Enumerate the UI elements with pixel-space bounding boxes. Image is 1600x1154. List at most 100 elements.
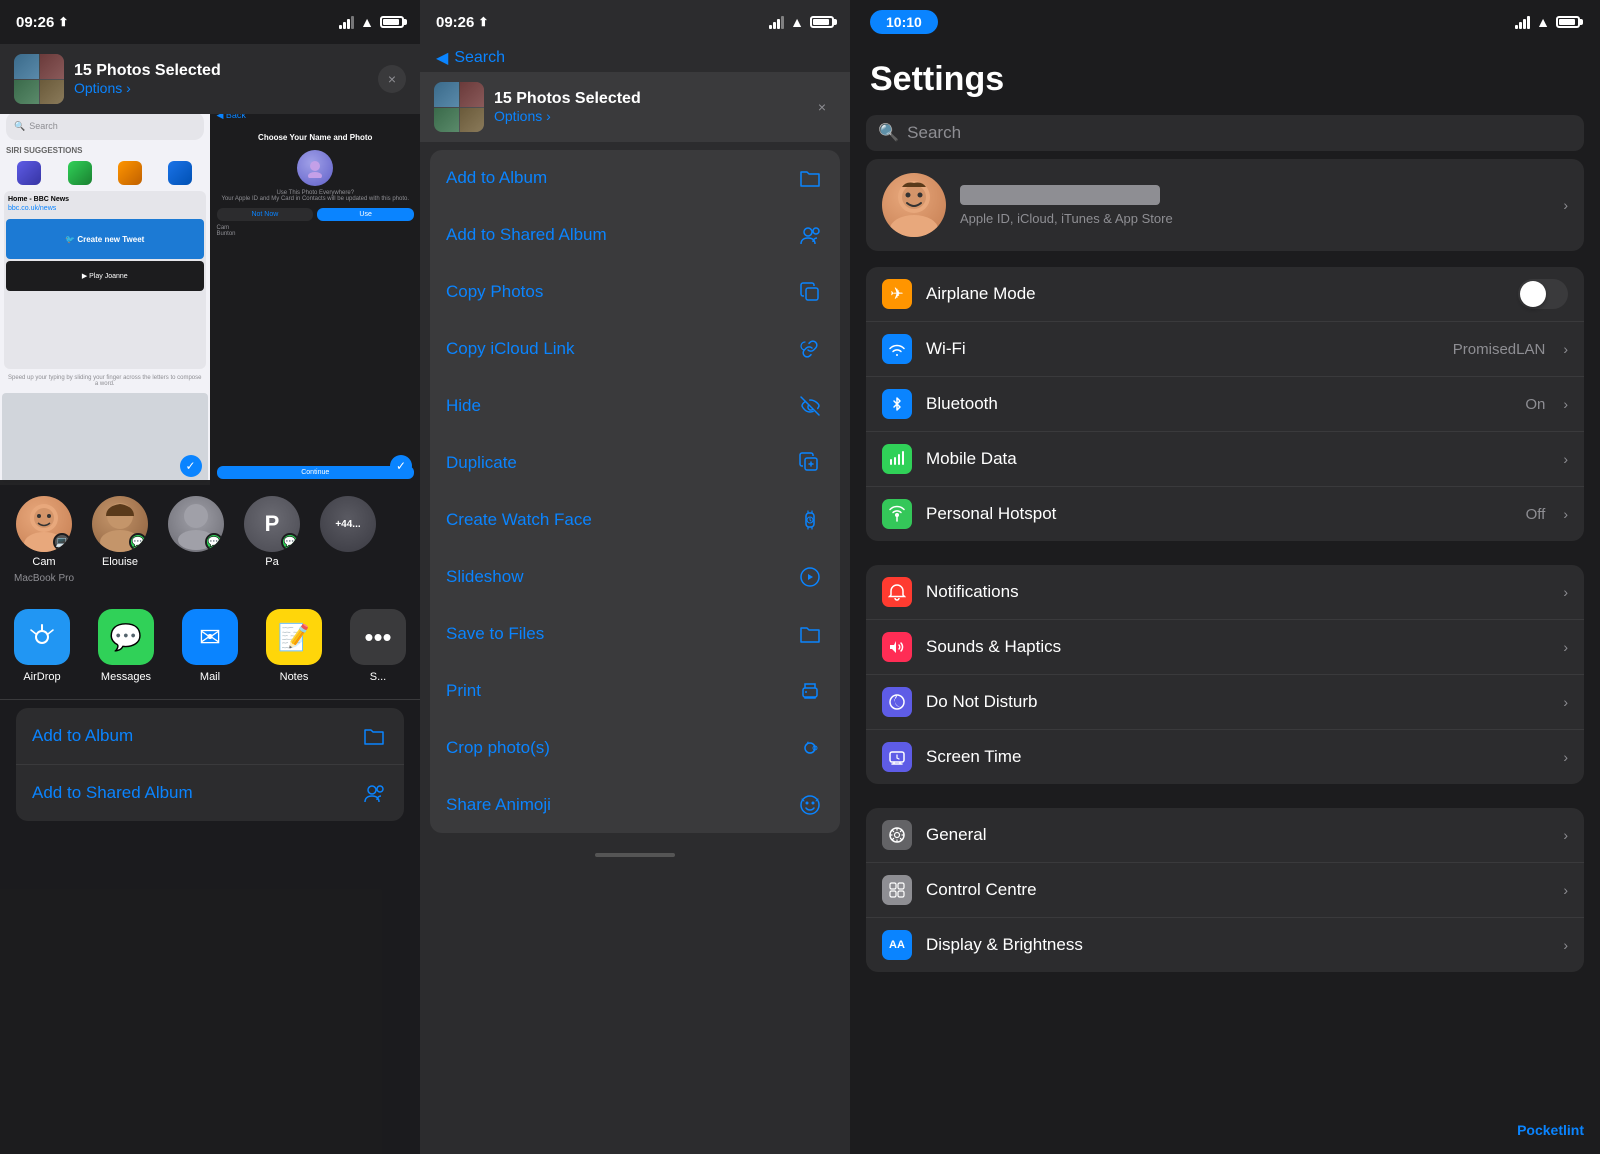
screen-time-icon — [882, 742, 912, 772]
battery-icon-middle — [810, 16, 834, 28]
row-control-centre[interactable]: Control Centre › — [866, 863, 1584, 918]
duplicate-icon — [796, 449, 824, 477]
bluetooth-value: On — [1525, 396, 1545, 413]
share-menu-scroll[interactable]: Add to Album Add to Shared Album — [420, 142, 850, 1148]
menu-save-files[interactable]: Save to Files — [430, 606, 840, 663]
mobile-data-chevron: › — [1563, 451, 1568, 467]
app-more[interactable]: ••• S... — [336, 609, 420, 683]
choose-photo-title: Choose Your Name and Photo — [217, 129, 415, 146]
row-sounds[interactable]: Sounds & Haptics › — [866, 620, 1584, 675]
contact-pa-name: Pa — [265, 556, 278, 569]
airplane-toggle-knob — [1520, 281, 1546, 307]
messages-label: Messages — [101, 671, 151, 683]
general-label: General — [926, 825, 1549, 845]
scroll-hint-middle — [595, 853, 675, 857]
panel-right: 10:10 ▲ Settings 🔍 Search — [850, 0, 1600, 1154]
search-back-middle[interactable]: Search — [454, 49, 505, 67]
share-title-middle: 15 Photos Selected — [494, 90, 798, 108]
row-general[interactable]: General › — [866, 808, 1584, 863]
watch-icon — [796, 506, 824, 534]
menu-middle-add-album[interactable]: Add to Album — [430, 150, 840, 207]
row-display[interactable]: AA Display & Brightness › — [866, 918, 1584, 972]
section-connectivity: ✈ Airplane Mode Wi-Fi PromisedLAN › — [866, 267, 1584, 541]
menu-middle-add-shared[interactable]: Add to Shared Album — [430, 207, 840, 264]
share-thumbnail-left — [14, 54, 64, 104]
menu-slideshow[interactable]: Slideshow — [430, 549, 840, 606]
notes-label: Notes — [280, 671, 309, 683]
row-airplane-mode[interactable]: ✈ Airplane Mode — [866, 267, 1584, 322]
signal-bars-middle — [769, 16, 784, 29]
row-dnd[interactable]: Do Not Disturb › — [866, 675, 1584, 730]
avatar-pa: P 💬 — [244, 496, 300, 552]
profile-row[interactable]: Apple ID, iCloud, iTunes & App Store › — [866, 159, 1584, 251]
section-notifications: Notifications › Sounds & Haptics › Do — [866, 565, 1584, 784]
folder-icon-mid — [796, 164, 824, 192]
share-options-middle[interactable]: Options › — [494, 108, 798, 124]
app-messages[interactable]: 💬 Messages — [84, 609, 168, 683]
bottom-scroll-middle — [420, 841, 850, 869]
notes-icon: 📝 — [266, 609, 322, 665]
avatar-pa-letter: P — [265, 511, 280, 537]
bluetooth-label: Bluetooth — [926, 394, 1511, 414]
menu-add-shared-label: Add to Shared Album — [32, 783, 193, 803]
share-options-left[interactable]: Options › — [74, 80, 368, 96]
menu-crop[interactable]: Crop photo(s) — [430, 720, 840, 777]
signal-bars-right — [1515, 16, 1530, 29]
airplane-toggle[interactable] — [1518, 279, 1568, 309]
share-title-left: 15 Photos Selected — [74, 62, 368, 80]
app-notes[interactable]: 📝 Notes — [252, 609, 336, 683]
app-airdrop[interactable]: AirDrop — [0, 609, 84, 683]
menu-watch-face[interactable]: Create Watch Face — [430, 492, 840, 549]
wifi-icon: ▲ — [360, 14, 374, 30]
menu-animoji[interactable]: Share Animoji — [430, 777, 840, 833]
location-icon-middle: ⬆ — [478, 15, 488, 29]
menu-add-album[interactable]: Add to Album — [16, 708, 404, 765]
row-wifi[interactable]: Wi-Fi PromisedLAN › — [866, 322, 1584, 377]
menu-duplicate-label: Duplicate — [446, 453, 517, 473]
panel-left: 09:26 ⬆ ▲ ◀ ◀ Search 20:31 — [0, 0, 420, 1154]
hotspot-icon — [882, 499, 912, 529]
menu-hide[interactable]: Hide — [430, 378, 840, 435]
search-bar-right[interactable]: 🔍 Search — [866, 115, 1584, 151]
app-mail[interactable]: ✉ Mail — [168, 609, 252, 683]
battery-icon-right — [1556, 16, 1580, 28]
menu-copy-icloud-label: Copy iCloud Link — [446, 339, 575, 359]
dnd-chevron: › — [1563, 694, 1568, 710]
contact-elouise[interactable]: 💬 Elouise — [88, 496, 152, 585]
close-btn-middle[interactable]: × — [808, 93, 836, 121]
row-bluetooth[interactable]: Bluetooth On › — [866, 377, 1584, 432]
row-mobile-data[interactable]: Mobile Data › — [866, 432, 1584, 487]
menu-copy-icloud[interactable]: Copy iCloud Link — [430, 321, 840, 378]
close-btn-left[interactable]: × — [378, 65, 406, 93]
sounds-chevron: › — [1563, 639, 1568, 655]
menu-print[interactable]: Print — [430, 663, 840, 720]
menu-duplicate[interactable]: Duplicate — [430, 435, 840, 492]
hotspot-value: Off — [1526, 506, 1546, 523]
contact-more[interactable]: +44... — [316, 496, 380, 585]
screen-time-chevron: › — [1563, 749, 1568, 765]
back-arrow-middle[interactable]: ◀ — [436, 48, 448, 68]
contact-cam[interactable]: 💻 Cam MacBook Pro — [12, 496, 76, 585]
menu-add-album-label: Add to Album — [32, 726, 133, 746]
bluetooth-icon — [882, 389, 912, 419]
continue-btn[interactable]: Continue — [217, 466, 415, 479]
row-hotspot[interactable]: Personal Hotspot Off › — [866, 487, 1584, 541]
signal-bars — [339, 16, 354, 29]
badge-imessage-generic: 💬 — [205, 533, 223, 551]
slideshow-icon — [796, 563, 824, 591]
shared-album-icon-mid — [796, 221, 824, 249]
badge-imessage-elouise: 💬 — [129, 533, 147, 551]
contact-generic[interactable]: 💬 — [164, 496, 228, 585]
contact-pa[interactable]: P 💬 Pa — [240, 496, 304, 585]
share-info-middle: 15 Photos Selected Options › — [494, 90, 798, 124]
status-time-right: 10:10 — [870, 10, 938, 34]
profile-name-bar — [960, 185, 1160, 205]
menu-add-shared-album[interactable]: Add to Shared Album — [16, 765, 404, 821]
avatar-elouise: 💬 — [92, 496, 148, 552]
more-icon: ••• — [350, 609, 406, 665]
menu-copy-photos[interactable]: Copy Photos — [430, 264, 840, 321]
badge-macbook: 💻 — [53, 533, 71, 551]
share-menu-container: Add to Album Add to Shared Album — [430, 150, 840, 833]
row-screen-time[interactable]: Screen Time › — [866, 730, 1584, 784]
row-notifications[interactable]: Notifications › — [866, 565, 1584, 620]
